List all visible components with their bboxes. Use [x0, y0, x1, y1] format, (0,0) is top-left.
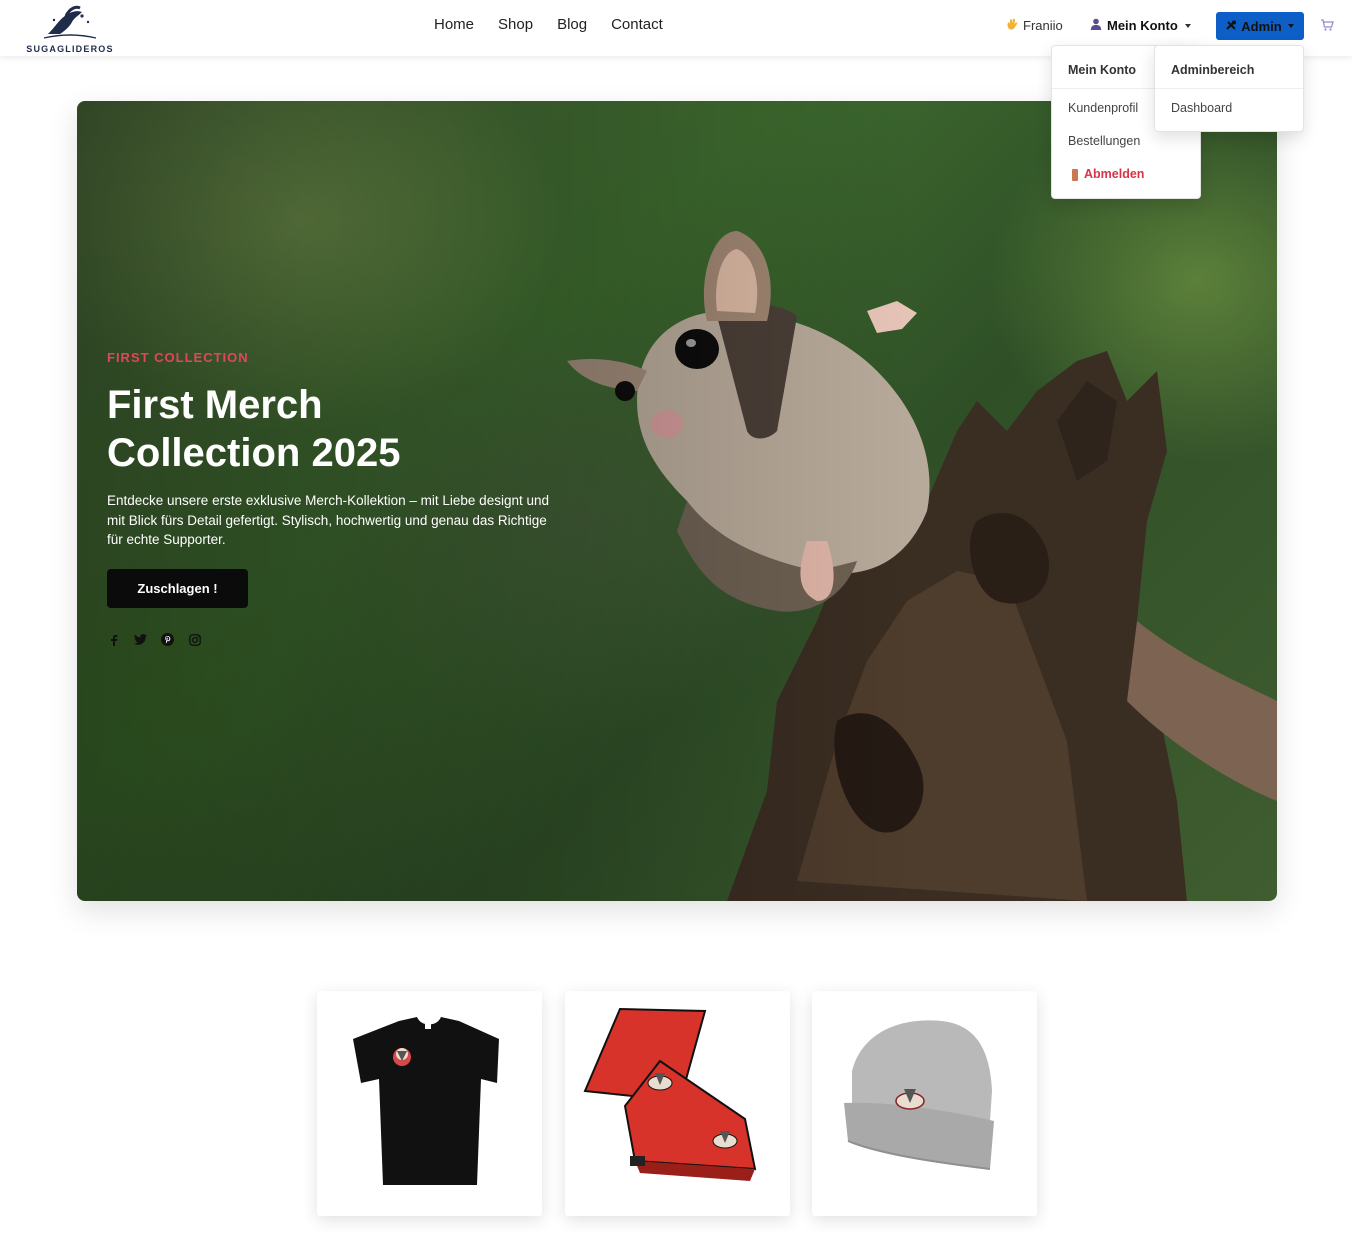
- admin-dropdown-header: Adminbereich: [1155, 46, 1303, 89]
- logout-button[interactable]: Abmelden: [1052, 158, 1200, 191]
- hero-description: Entdecke unsere erste exklusive Merch-Ko…: [107, 493, 549, 547]
- nav-contact[interactable]: Contact: [611, 16, 663, 33]
- waving-hand-icon: [1006, 18, 1018, 33]
- pinterest-icon[interactable]: [161, 633, 174, 646]
- nav-blog[interactable]: Blog: [557, 16, 587, 33]
- product-card-tshirt[interactable]: [317, 991, 542, 1216]
- social-links: [107, 633, 201, 646]
- hero-title-line-1: First Merch: [107, 383, 323, 427]
- admin-menu-button[interactable]: Admin: [1216, 12, 1304, 40]
- door-icon: [1072, 168, 1078, 181]
- glider-logo-icon: [43, 5, 97, 39]
- menu-item-dashboard[interactable]: Dashboard: [1155, 92, 1303, 125]
- account-menu-toggle[interactable]: Mein Konto: [1090, 18, 1191, 33]
- red-blanket-image: [583, 1007, 757, 1181]
- chevron-down-icon: [1184, 23, 1191, 28]
- brand-name: SUGAGLIDEROS: [26, 44, 114, 54]
- tools-icon: [1226, 19, 1237, 34]
- logout-label: Abmelden: [1084, 167, 1145, 181]
- hero-title: First Merch Collection 2025: [107, 381, 547, 477]
- instagram-icon[interactable]: [188, 633, 201, 646]
- cart-icon[interactable]: [1320, 18, 1334, 32]
- admin-dropdown: Adminbereich Dashboard: [1154, 45, 1304, 132]
- black-tshirt-image: [353, 1017, 499, 1185]
- hero-cta-button[interactable]: Zuschlagen !: [107, 569, 248, 608]
- hero-banner: FIRST COLLECTION First Merch Collection …: [77, 101, 1277, 901]
- chevron-down-icon: [1287, 24, 1294, 28]
- product-card-blanket[interactable]: [565, 991, 790, 1216]
- main-nav: Home Shop Blog Contact: [434, 16, 687, 33]
- admin-label: Admin: [1241, 18, 1282, 34]
- nav-shop[interactable]: Shop: [498, 16, 533, 33]
- nav-home[interactable]: Home: [434, 16, 474, 33]
- brand-logo[interactable]: SUGAGLIDEROS: [20, 4, 120, 54]
- account-label: Mein Konto: [1107, 18, 1178, 33]
- product-card-beanie[interactable]: [812, 991, 1037, 1216]
- hero-kicker: FIRST COLLECTION: [107, 350, 249, 365]
- hero-title-line-2: Collection 2025: [107, 431, 401, 475]
- facebook-icon[interactable]: [107, 633, 120, 646]
- grey-beanie-image: [844, 1020, 994, 1170]
- twitter-icon[interactable]: [134, 633, 147, 646]
- user-greeting: Franiio: [1006, 18, 1063, 33]
- username: Franiio: [1023, 18, 1063, 33]
- user-icon: [1090, 18, 1102, 33]
